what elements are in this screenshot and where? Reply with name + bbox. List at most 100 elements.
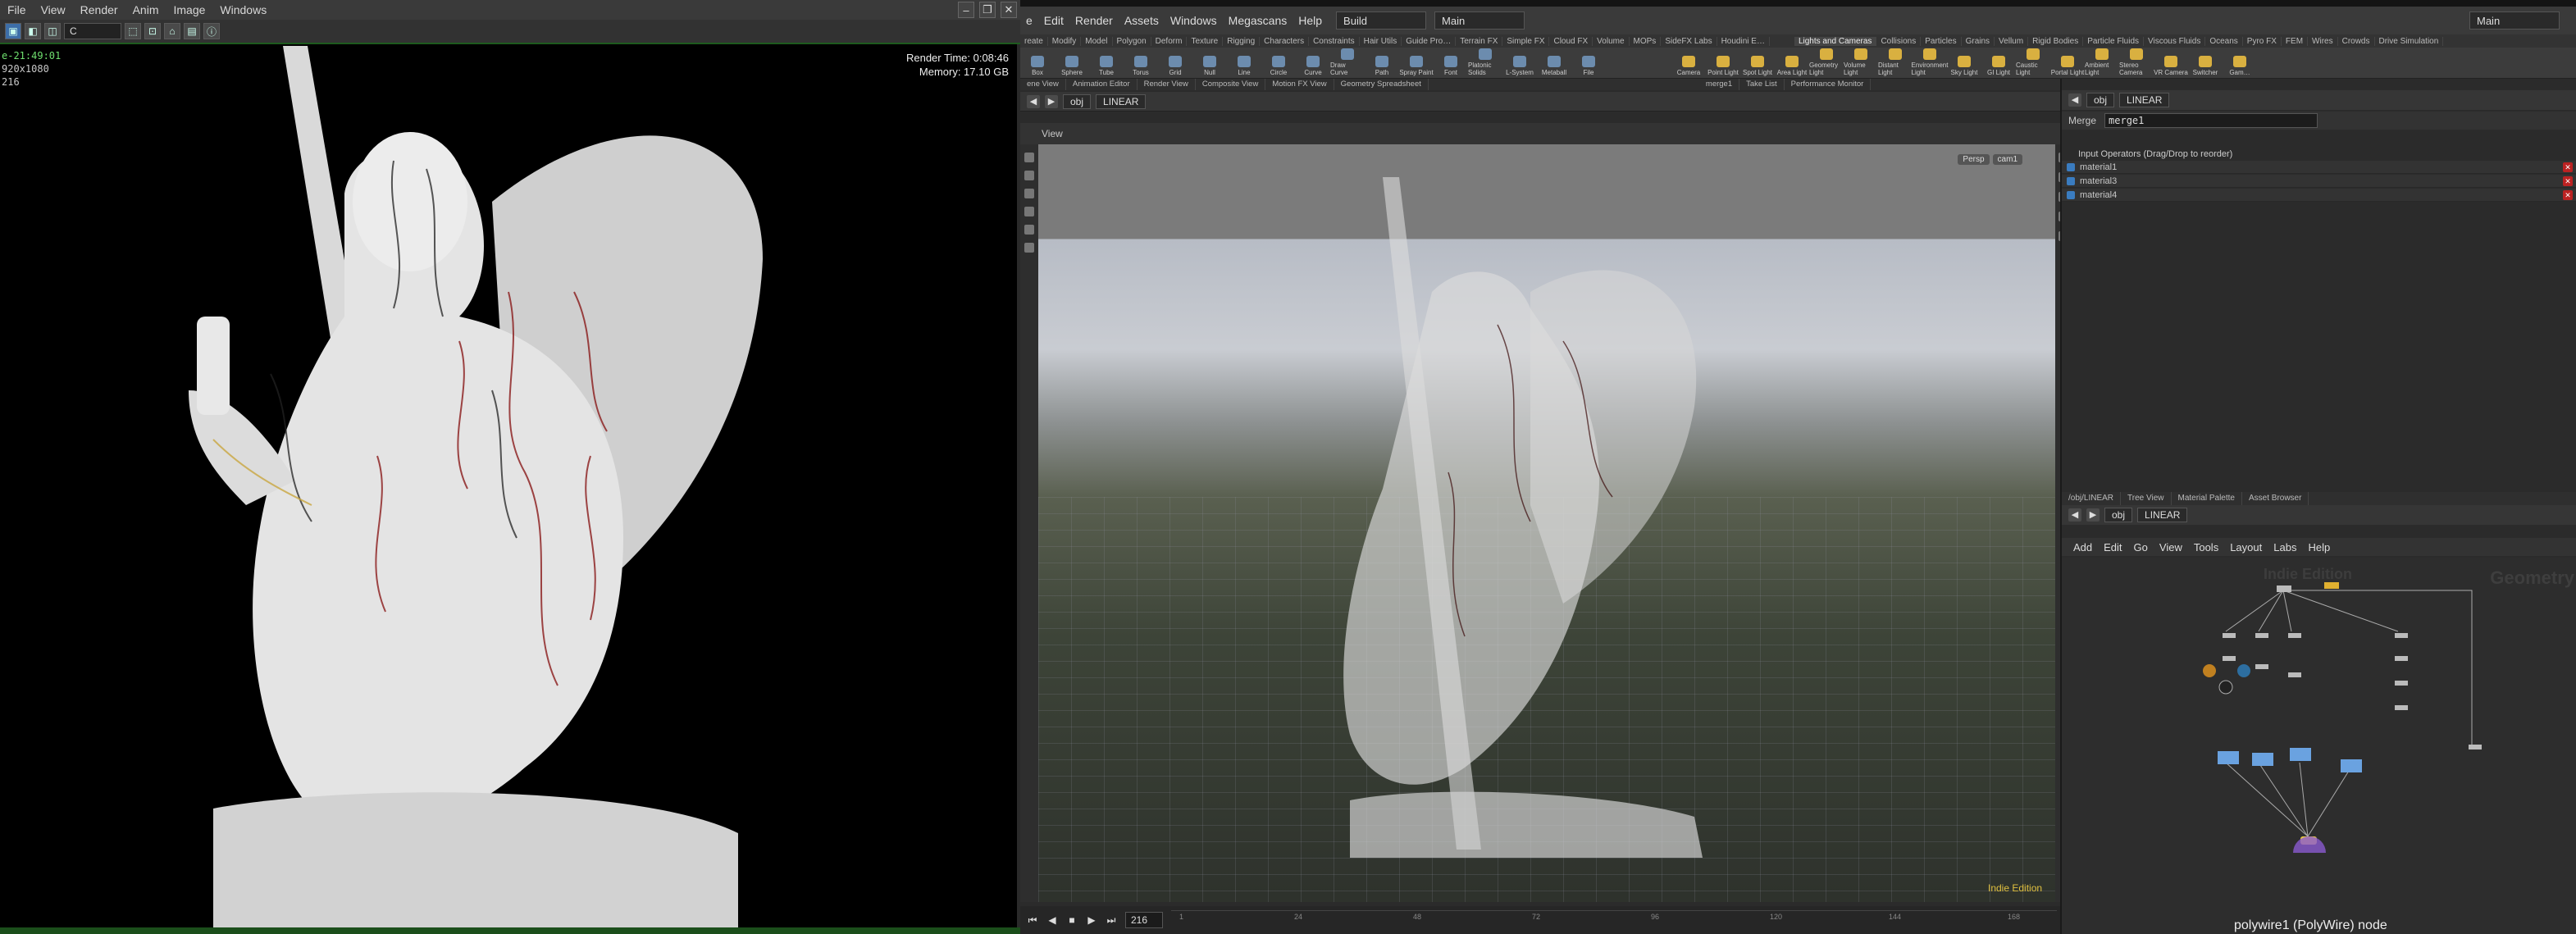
zoom-icon[interactable]: ⊡ [144, 23, 161, 39]
input-row[interactable]: material4 ✕ [2062, 189, 2576, 202]
tab-asset-browser[interactable]: Asset Browser [2242, 492, 2309, 505]
tab-animation-editor[interactable]: Animation Editor [1066, 79, 1138, 90]
net-menu-view[interactable]: View [2159, 541, 2182, 554]
menu-anim[interactable]: Anim [125, 3, 166, 16]
shelf-tab[interactable]: Rigid Bodies [2028, 36, 2084, 46]
shelf-tab[interactable]: Drive Simulation [2375, 36, 2444, 46]
shelf-tool[interactable]: Point Light [1706, 56, 1740, 78]
shelf-tool[interactable]: Volume Light [1844, 48, 1878, 78]
shelf-tab[interactable]: FEM [2282, 36, 2309, 46]
scene-viewport[interactable]: Persp cam1 [1038, 144, 2055, 902]
back-icon[interactable]: ◀ [1027, 94, 1040, 108]
shelf-tab[interactable]: Model [1081, 36, 1113, 46]
shelf-tool[interactable]: Camera [1671, 56, 1706, 78]
shelf-tab[interactable]: Oceans [2205, 36, 2243, 46]
shelf-tab[interactable]: Simple FX [1502, 36, 1550, 46]
pose-tool-icon[interactable] [1024, 243, 1034, 253]
desktop-select[interactable]: Build [1336, 11, 1427, 30]
shelf-tool[interactable]: Sphere [1055, 56, 1089, 78]
frame-field[interactable]: 216 [1125, 912, 1163, 928]
camera-menu[interactable]: cam1 [1992, 154, 2022, 165]
shelf-tab[interactable]: Particles [1921, 36, 1962, 46]
region-icon[interactable]: ⬚ [125, 23, 141, 39]
jump-start-icon[interactable]: ⏮ [1027, 914, 1038, 926]
shelf-tab[interactable]: Modify [1048, 36, 1082, 46]
shelf-tab[interactable]: Polygon [1113, 36, 1151, 46]
shelf-tool[interactable]: Caustic Light [2016, 48, 2050, 78]
network-canvas[interactable]: Indie Edition Geometry polywire1 (PolyWi… [2062, 558, 2576, 934]
menu-render[interactable]: Render [1069, 14, 1119, 27]
shelf-tab[interactable]: Viscous Fluids [2144, 36, 2206, 46]
shelf-tab[interactable]: Constraints [1309, 36, 1360, 46]
tab-take-list[interactable]: Take List [1739, 79, 1785, 90]
input-row[interactable]: material1 ✕ [2062, 161, 2576, 174]
network-path-linear[interactable]: LINEAR [2137, 508, 2188, 522]
shelf-tool[interactable]: Geometry Light [1809, 48, 1844, 78]
shelf-tab[interactable]: Particle Fluids [2083, 36, 2145, 46]
shelf-tool[interactable]: Spray Paint [1399, 56, 1434, 78]
node-name-field[interactable] [2104, 113, 2318, 128]
compare-icon[interactable]: ◧ [25, 23, 41, 39]
menu-render[interactable]: Render [73, 3, 125, 16]
shelf-tab[interactable]: Houdini E… [1717, 36, 1770, 46]
snapshot-icon[interactable]: ◫ [44, 23, 61, 39]
shelf-tab[interactable]: Volume [1593, 36, 1630, 46]
shelf-tool[interactable]: Null [1192, 56, 1227, 78]
shelf-tool[interactable]: GI Light [1981, 56, 2016, 78]
menu-file[interactable]: File [0, 3, 34, 16]
timeline-track[interactable]: 1 24 48 72 96 120 144 168 [1171, 910, 2057, 930]
shelf-tool[interactable]: Grid [1158, 56, 1192, 78]
tab-render-view[interactable]: Render View [1138, 79, 1196, 90]
shelf-tool[interactable]: L-System [1502, 56, 1537, 78]
shelf-tool[interactable]: Environment Light [1912, 48, 1948, 78]
shelf-tab[interactable]: reate [1020, 36, 1048, 46]
menu-help[interactable]: Help [1293, 14, 1328, 27]
shelf-tool[interactable]: Torus [1124, 56, 1158, 78]
params-path-obj[interactable]: obj [2086, 93, 2115, 107]
net-menu-go[interactable]: Go [2134, 541, 2148, 554]
shelf-tool[interactable]: Curve [1296, 56, 1330, 78]
scale-tool-icon[interactable] [1024, 207, 1034, 216]
shelf-tab[interactable]: Characters [1260, 36, 1310, 46]
main-select[interactable]: Main [1434, 11, 1525, 30]
shelf-tool[interactable]: Box [1020, 56, 1055, 78]
menu-windows[interactable]: Windows [1165, 14, 1223, 27]
info-icon[interactable]: ⓘ [203, 23, 220, 39]
remove-input-icon[interactable]: ✕ [2563, 175, 2573, 186]
shelf-tool[interactable]: Stereo Camera [2119, 48, 2154, 78]
net-menu-layout[interactable]: Layout [2230, 541, 2262, 554]
shelf-tab[interactable]: Hair Utils [1360, 36, 1402, 46]
shelf-tab[interactable]: Grains [1962, 36, 1995, 46]
close-icon[interactable]: ✕ [1001, 2, 1017, 18]
shelf-tab[interactable]: Pyro FX [2243, 36, 2282, 46]
shelf-tab[interactable]: Cloud FX [1549, 36, 1593, 46]
shelf-tool[interactable]: Platonic Solids [1468, 48, 1502, 78]
shelf-tool[interactable]: Gam… [2223, 56, 2257, 78]
channel-select[interactable]: C [64, 23, 121, 39]
menu-image[interactable]: Image [166, 3, 212, 16]
persp-menu[interactable]: Persp [1958, 154, 1990, 165]
shelf-tab[interactable]: Texture [1187, 36, 1224, 46]
input-row[interactable]: material3 ✕ [2062, 175, 2576, 188]
tab-scene-view[interactable]: ene View [1020, 79, 1066, 90]
jump-end-icon[interactable]: ⏭ [1106, 914, 1117, 926]
lut-icon[interactable]: ▤ [184, 23, 200, 39]
handle-tool-icon[interactable] [1024, 225, 1034, 235]
select-tool-icon[interactable] [1024, 153, 1034, 162]
shelf-tool[interactable]: Font [1434, 56, 1468, 78]
play-icon[interactable]: ▶ [1086, 914, 1097, 926]
tab-composite-view[interactable]: Composite View [1196, 79, 1266, 90]
shelf-tool[interactable]: Draw Curve [1330, 48, 1365, 78]
restore-icon[interactable]: ❐ [979, 2, 996, 18]
tab-network[interactable]: /obj/LINEAR [2062, 492, 2122, 505]
shelf-tab[interactable]: Vellum [1995, 36, 2029, 46]
shelf-tool[interactable]: Circle [1261, 56, 1296, 78]
menu-assets[interactable]: Assets [1119, 14, 1165, 27]
tab-merge1[interactable]: merge1 [1699, 79, 1740, 90]
minimize-icon[interactable]: – [958, 2, 974, 18]
shelf-tool[interactable]: Metaball [1537, 56, 1571, 78]
params-path-linear[interactable]: LINEAR [2119, 93, 2170, 107]
shelf-tool[interactable]: Portal Light [2050, 56, 2085, 78]
menu-windows[interactable]: Windows [212, 3, 274, 16]
shelf-tab[interactable]: Wires [2308, 36, 2338, 46]
